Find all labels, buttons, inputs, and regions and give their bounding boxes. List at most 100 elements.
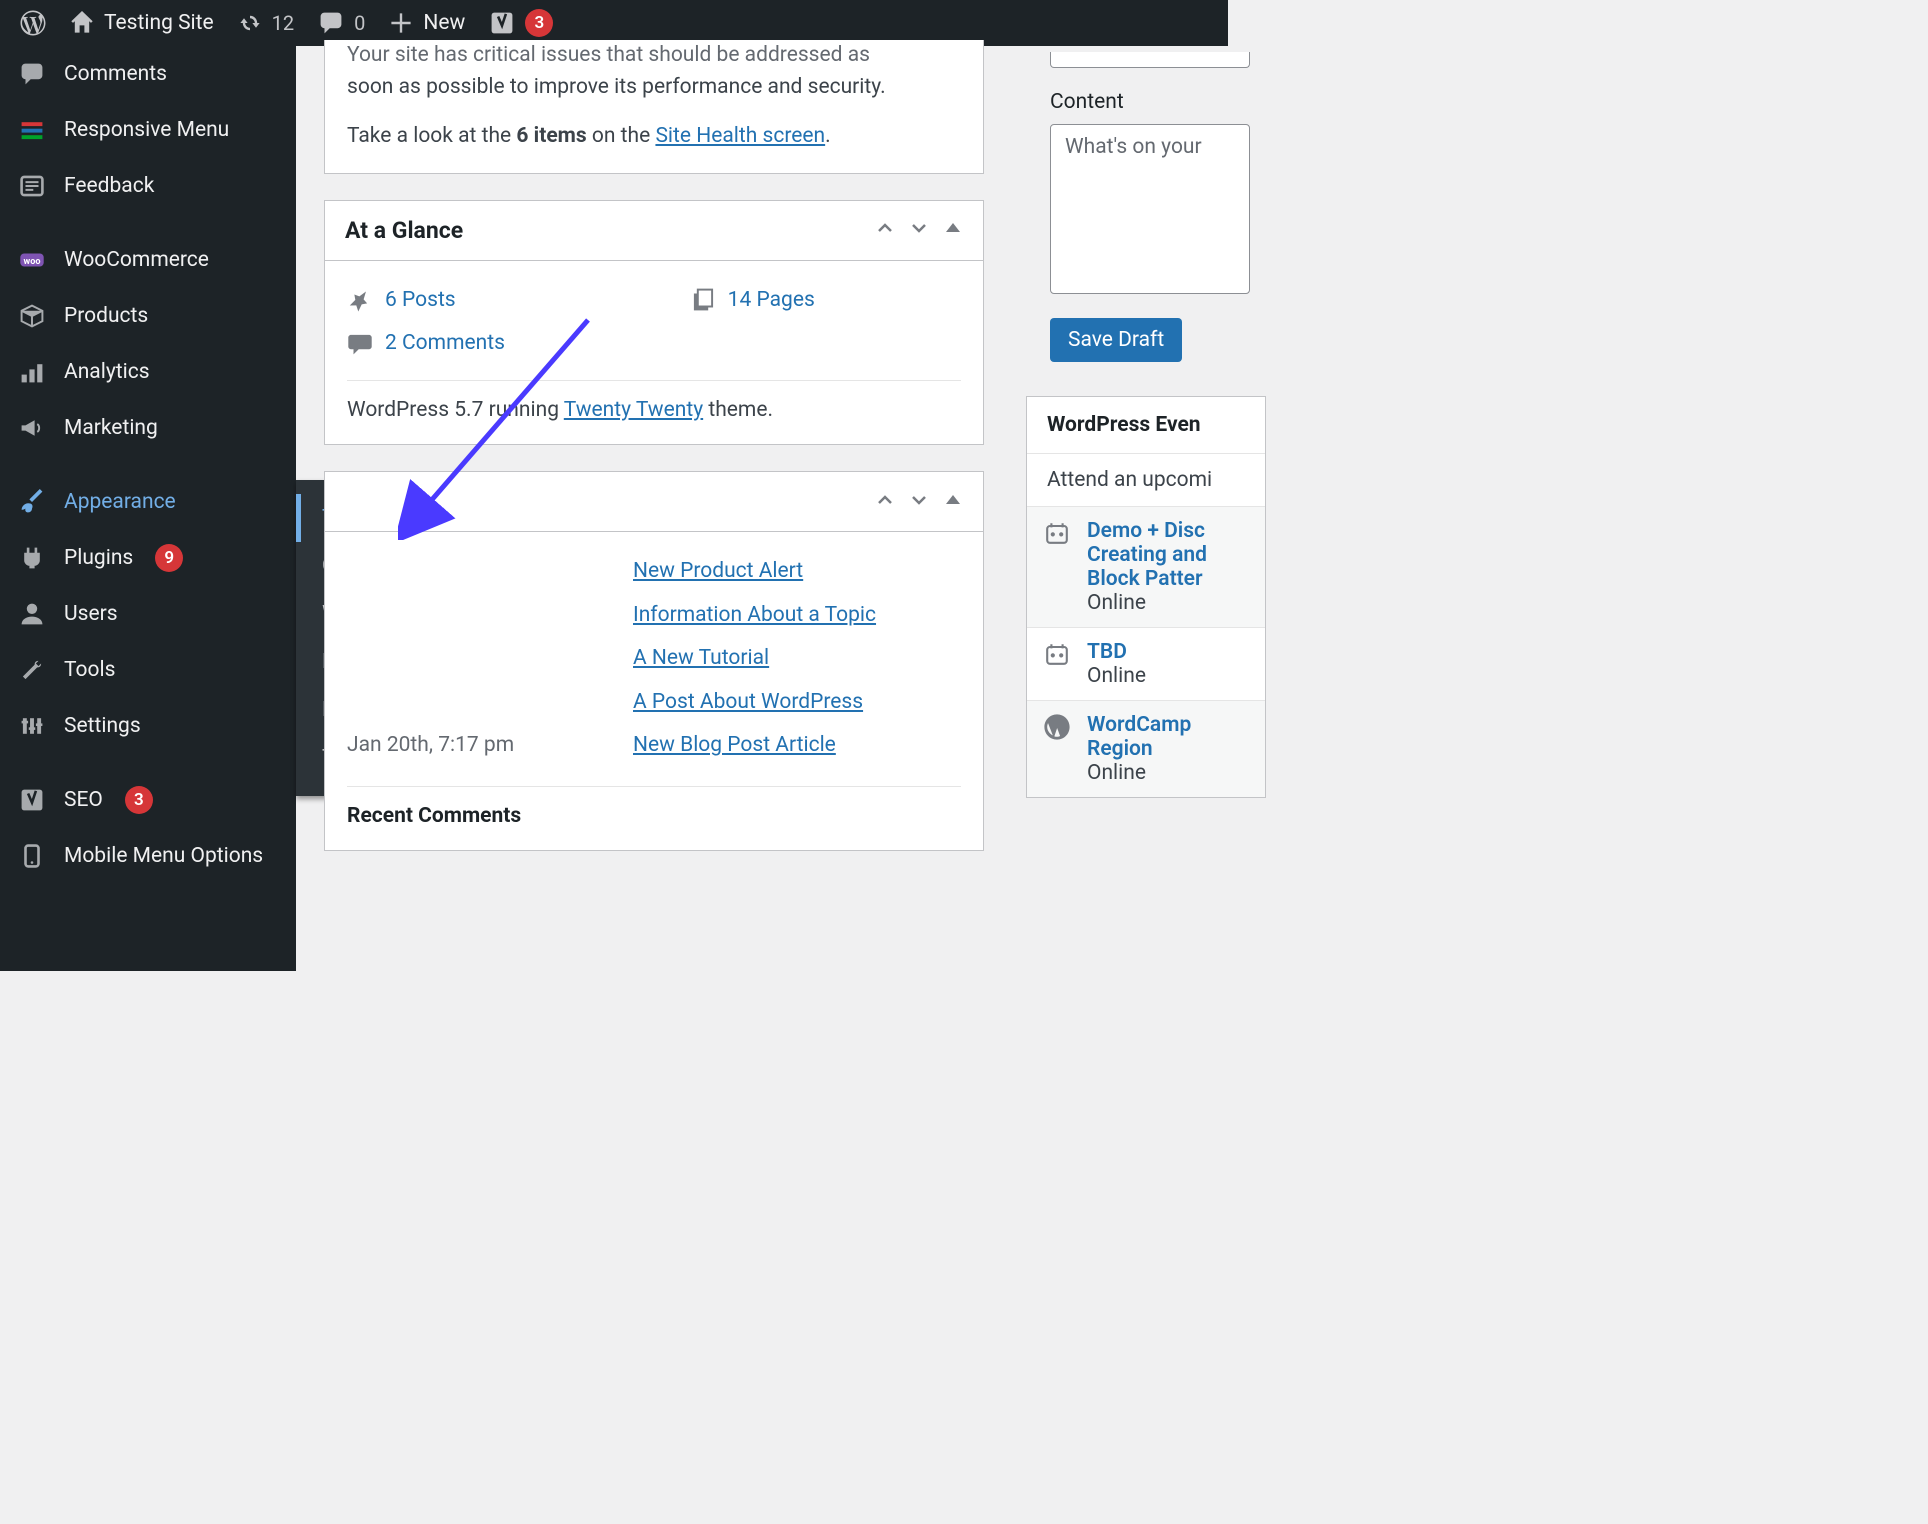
chevron-down-icon[interactable] [909, 490, 929, 514]
activity-link[interactable]: A Post About WordPress [633, 687, 863, 719]
menu-plugins[interactable]: Plugins 9 [0, 530, 296, 586]
menu-seo[interactable]: SEO 3 [0, 772, 296, 828]
comment-icon [347, 331, 373, 357]
event-item[interactable]: TBD Online [1027, 627, 1265, 700]
glance-pages[interactable]: 14 Pages [690, 285, 815, 317]
menu-woocommerce[interactable]: woo WooCommerce [0, 232, 296, 288]
site-health-partial: Your site has critical issues that shoul… [324, 40, 984, 174]
menu-marketing[interactable]: Marketing [0, 400, 296, 456]
menu-label: Mobile Menu Options [64, 844, 263, 868]
activity-box: New Product Alert Information About a To… [324, 471, 984, 851]
megaphone-icon [18, 414, 46, 442]
activity-title [345, 488, 351, 515]
content-textarea[interactable]: What's on your [1050, 124, 1250, 294]
products-icon [18, 302, 46, 330]
menu-responsive[interactable]: Responsive Menu [0, 102, 296, 158]
menu-label: Appearance [64, 490, 176, 514]
pin-icon [347, 287, 373, 313]
home-icon [70, 11, 94, 35]
updates-count: 12 [272, 11, 294, 35]
menu-label: Users [64, 602, 118, 626]
menu-appearance[interactable]: Appearance [0, 474, 296, 530]
activity-link[interactable]: New Blog Post Article [633, 730, 836, 762]
comment-icon [18, 60, 46, 88]
feedback-icon [18, 172, 46, 200]
wordpress-icon [20, 10, 46, 36]
adminbar-site[interactable]: Testing Site [58, 0, 226, 46]
collapse-icon[interactable] [943, 218, 963, 242]
activity-link[interactable]: A New Tutorial [633, 643, 769, 675]
wrench-icon [18, 656, 46, 684]
woo-icon: woo [18, 246, 46, 274]
comment-icon [318, 10, 344, 36]
chevron-up-icon[interactable] [875, 218, 895, 242]
menu-label: Plugins [64, 546, 133, 570]
running-info: WordPress 5.7 running Twenty Twenty them… [347, 380, 961, 427]
sh-text: on the [587, 124, 656, 148]
activity-row: A New Tutorial [347, 637, 961, 681]
activity-row: Information About a Topic [347, 594, 961, 638]
settings-icon [18, 712, 46, 740]
chevron-up-icon[interactable] [875, 490, 895, 514]
site-health-link[interactable]: Site Health screen [655, 124, 825, 148]
activity-link[interactable]: New Product Alert [633, 556, 803, 588]
event-item[interactable]: WordCamp Region Online [1027, 700, 1265, 797]
menu-label: Analytics [64, 360, 150, 384]
save-draft-button[interactable]: Save Draft [1050, 318, 1182, 362]
yoast-badge: 3 [525, 9, 553, 37]
update-icon [238, 11, 262, 35]
activity-link[interactable]: Information About a Topic [633, 600, 876, 632]
sh-text: soon as possible to improve its performa… [347, 75, 886, 99]
menu-mobile[interactable]: Mobile Menu Options [0, 828, 296, 884]
yoast-icon [18, 786, 46, 814]
menu-tools[interactable]: Tools [0, 642, 296, 698]
yoast-icon [489, 10, 515, 36]
right-column: Content What's on your Save Draft WordPr… [1006, 46, 1266, 798]
menu-label: Marketing [64, 416, 158, 440]
menu-products[interactable]: Products [0, 288, 296, 344]
collapse-icon[interactable] [943, 490, 963, 514]
analytics-icon [18, 358, 46, 386]
menu-settings[interactable]: Settings [0, 698, 296, 754]
activity-row: New Product Alert [347, 550, 961, 594]
menu-feedback[interactable]: Feedback [0, 158, 296, 214]
content-label: Content [1050, 90, 1266, 114]
admin-sidebar: Comments Responsive Menu Feedback woo Wo… [0, 46, 296, 971]
meetup-icon [1043, 640, 1073, 688]
meetup-icon [1043, 519, 1073, 615]
adminbar-updates[interactable]: 12 [226, 0, 306, 46]
menu-label: Feedback [64, 174, 154, 198]
menu-analytics[interactable]: Analytics [0, 344, 296, 400]
plugins-badge: 9 [155, 544, 183, 572]
wordcamp-icon [1043, 713, 1073, 785]
theme-link[interactable]: Twenty Twenty [564, 398, 703, 422]
events-title: WordPress Even [1027, 397, 1265, 454]
glance-title: At a Glance [345, 217, 463, 244]
brush-icon [18, 488, 46, 516]
menu-comments[interactable]: Comments [0, 46, 296, 102]
recent-comments-title: Recent Comments [347, 786, 961, 833]
site-name: Testing Site [104, 11, 214, 35]
sh-text: Take a look at the [347, 124, 516, 148]
sh-text: Your site has critical issues that shoul… [347, 43, 870, 67]
pages-icon [690, 287, 716, 313]
activity-row: Jan 20th, 7:17 pmNew Blog Post Article [347, 724, 961, 768]
events-intro: Attend an upcomi [1027, 454, 1265, 506]
event-item[interactable]: Demo + Disc Creating and Block Patter On… [1027, 506, 1265, 627]
svg-text:woo: woo [24, 257, 41, 267]
glance-comments[interactable]: 2 Comments [347, 328, 505, 360]
menu-users[interactable]: Users [0, 586, 296, 642]
adminbar-wp[interactable] [8, 0, 58, 46]
menu-label: SEO [64, 788, 103, 812]
seo-badge: 3 [125, 786, 153, 814]
menu-label: Comments [64, 62, 167, 86]
glance-posts[interactable]: 6 Posts [347, 285, 456, 317]
comments-count: 0 [354, 11, 365, 35]
chevron-down-icon[interactable] [909, 218, 929, 242]
menu-label: Settings [64, 714, 141, 738]
sh-bold: 6 items [516, 124, 586, 148]
menu-label: Products [64, 304, 148, 328]
responsive-icon [18, 116, 46, 144]
menu-label: Tools [64, 658, 115, 682]
new-label: New [423, 11, 465, 35]
